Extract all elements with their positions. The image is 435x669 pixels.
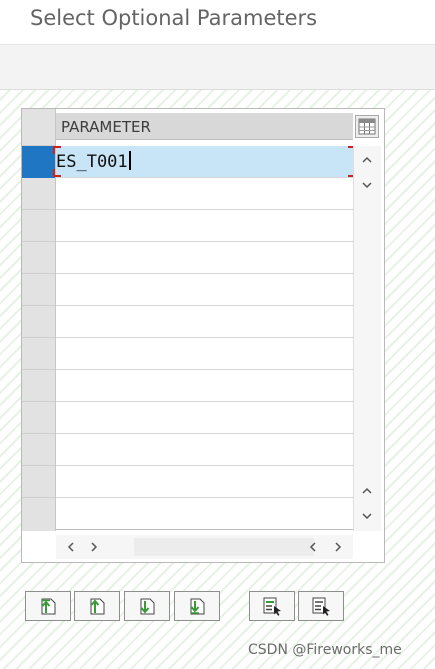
header-corner	[22, 109, 55, 146]
table-row[interactable]	[56, 498, 353, 530]
row-selector-column	[22, 109, 56, 531]
parameter-cell[interactable]: ES_T001	[56, 151, 131, 172]
arrow-down-icon	[140, 598, 155, 615]
table-row[interactable]	[56, 242, 353, 274]
move-up-button[interactable]	[74, 591, 120, 621]
table-row[interactable]	[56, 338, 353, 370]
column-header-parameter[interactable]: PARAMETER	[56, 113, 353, 140]
table-row[interactable]: ES_T001	[53, 146, 356, 178]
scroll-up-button[interactable]	[354, 148, 379, 170]
row-selector[interactable]	[22, 498, 55, 530]
row-selector[interactable]	[22, 242, 55, 274]
table-row[interactable]	[56, 434, 353, 466]
row-selector[interactable]	[22, 466, 55, 498]
row-selector[interactable]	[22, 178, 55, 210]
chevron-up-icon	[361, 156, 372, 163]
focus-bracket	[53, 146, 61, 154]
chevron-down-icon	[361, 512, 372, 519]
toolbar-strip	[0, 45, 435, 90]
page-left-button[interactable]	[302, 537, 322, 557]
chevron-up-icon	[361, 487, 372, 494]
deselect-all-icon	[312, 597, 330, 616]
page-right-button[interactable]	[328, 537, 348, 557]
deselect-all-button[interactable]	[298, 591, 344, 621]
table-row[interactable]	[56, 274, 353, 306]
arrow-up-icon	[90, 598, 105, 615]
chevron-left-icon	[67, 542, 74, 552]
page-down-button[interactable]	[354, 505, 379, 527]
select-all-button[interactable]	[249, 591, 295, 621]
vertical-scrollbar[interactable]	[353, 146, 381, 531]
table-row[interactable]	[56, 306, 353, 338]
dialog-title: Select Optional Parameters	[30, 6, 318, 30]
page-up-button[interactable]	[354, 479, 379, 501]
scroll-right-button[interactable]	[84, 537, 104, 557]
text-cursor	[128, 151, 131, 170]
row-selector[interactable]	[22, 338, 55, 370]
arrow-up-to-top-icon	[41, 598, 56, 615]
parameter-grid: PARAMETER ES_T001	[21, 108, 385, 563]
horizontal-scrollbar[interactable]	[56, 535, 353, 559]
row-selector[interactable]	[22, 146, 55, 178]
table-row[interactable]	[56, 466, 353, 498]
arrow-down-to-bottom-icon	[190, 598, 205, 615]
table-row[interactable]	[56, 210, 353, 242]
table-row[interactable]	[56, 402, 353, 434]
row-selector[interactable]	[22, 402, 55, 434]
move-down-button[interactable]	[124, 591, 170, 621]
column-settings-icon	[358, 118, 376, 135]
chevron-left-icon	[309, 542, 316, 552]
table-row[interactable]	[56, 370, 353, 402]
row-selector[interactable]	[22, 210, 55, 242]
move-to-bottom-button[interactable]	[174, 591, 220, 621]
grid-settings-button[interactable]	[355, 115, 379, 138]
focus-bracket	[53, 169, 61, 177]
scroll-thumb[interactable]	[134, 538, 314, 556]
row-selector[interactable]	[22, 274, 55, 306]
row-selector[interactable]	[22, 370, 55, 402]
select-all-icon	[263, 597, 281, 616]
row-selector[interactable]	[22, 434, 55, 466]
scroll-left-button[interactable]	[60, 537, 80, 557]
table-row[interactable]	[56, 178, 353, 210]
chevron-down-icon	[361, 181, 372, 188]
chevron-right-icon	[90, 542, 97, 552]
watermark: CSDN @Fireworks_me	[248, 642, 402, 658]
title-bar: Select Optional Parameters	[0, 0, 435, 45]
chevron-right-icon	[334, 542, 341, 552]
row-selector[interactable]	[22, 306, 55, 338]
move-to-top-button[interactable]	[25, 591, 71, 621]
scroll-down-button[interactable]	[354, 174, 379, 196]
